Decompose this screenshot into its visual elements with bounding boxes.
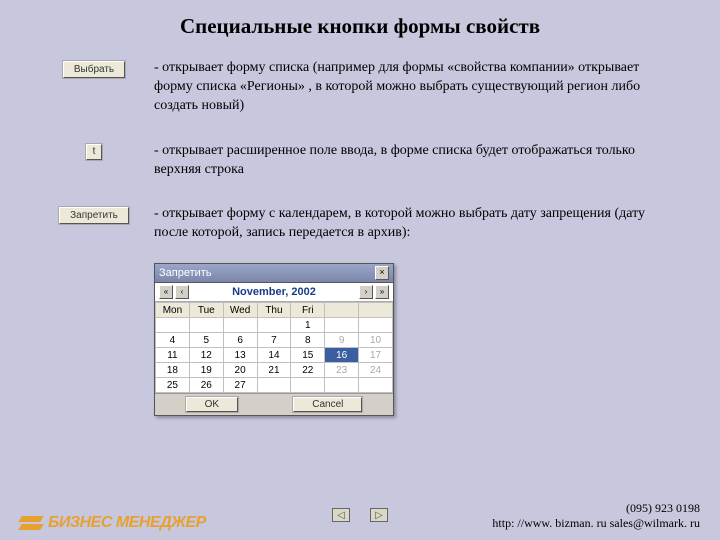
calendar-header: Thu <box>257 303 291 318</box>
calendar-day[interactable]: 17 <box>359 348 393 363</box>
calendar-day <box>257 318 291 333</box>
calendar-day[interactable]: 26 <box>189 378 223 393</box>
logo-icon <box>20 516 42 530</box>
calendar-day[interactable]: 7 <box>257 333 291 348</box>
calendar-day[interactable]: 19 <box>189 363 223 378</box>
select-description: - открывает форму списка (например для ф… <box>154 59 680 116</box>
calendar-day[interactable]: 25 <box>156 378 190 393</box>
calendar-day[interactable]: 21 <box>257 363 291 378</box>
logo: БИЗНЕС МЕНЕДЖЕР <box>20 514 206 532</box>
calendar-day[interactable]: 4 <box>156 333 190 348</box>
cancel-button[interactable]: Cancel <box>293 397 362 412</box>
calendar-day[interactable]: 5 <box>189 333 223 348</box>
calendar-header: Tue <box>189 303 223 318</box>
calendar-day <box>257 378 291 393</box>
logo-text: БИЗНЕС МЕНЕДЖЕР <box>48 514 206 532</box>
calendar-day[interactable]: 11 <box>156 348 190 363</box>
calendar-day <box>325 318 359 333</box>
calendar-header: Mon <box>156 303 190 318</box>
calendar-day[interactable]: 15 <box>291 348 325 363</box>
calendar-day <box>325 378 359 393</box>
calendar-day[interactable]: 16 <box>325 348 359 363</box>
calendar-day <box>359 318 393 333</box>
calendar-day <box>189 318 223 333</box>
calendar-day[interactable]: 18 <box>156 363 190 378</box>
calendar-day[interactable]: 14 <box>257 348 291 363</box>
calendar-window-title: Запретить <box>159 267 212 279</box>
calendar-header <box>359 303 393 318</box>
expand-description: - открывает расширенное поле ввода, в фо… <box>154 142 680 180</box>
next-icon[interactable]: › <box>359 285 373 299</box>
prev-icon[interactable]: ‹ <box>175 285 189 299</box>
calendar-day <box>223 318 257 333</box>
close-icon[interactable]: × <box>375 266 389 280</box>
ok-button[interactable]: OK <box>186 397 238 412</box>
calendar-day[interactable]: 9 <box>325 333 359 348</box>
calendar-header: Fri <box>291 303 325 318</box>
forbid-button[interactable]: Запретить <box>59 207 129 224</box>
phone: (095) 923 0198 <box>492 501 700 517</box>
calendar-day <box>291 378 325 393</box>
calendar-header: Wed <box>223 303 257 318</box>
expand-button[interactable]: t <box>86 144 102 160</box>
calendar-grid: MonTueWedThuFri 145678910111213141516171… <box>155 302 393 393</box>
calendar-day[interactable]: 1 <box>291 318 325 333</box>
select-button[interactable]: Выбрать <box>63 61 125 78</box>
calendar-day[interactable]: 12 <box>189 348 223 363</box>
calendar-popup: Запретить × « ‹ November, 2002 › » MonTu… <box>154 263 394 416</box>
calendar-day <box>359 378 393 393</box>
calendar-day[interactable]: 22 <box>291 363 325 378</box>
calendar-header <box>325 303 359 318</box>
forbid-description: - открывает форму с календарем, в которо… <box>154 205 680 243</box>
calendar-day[interactable]: 24 <box>359 363 393 378</box>
web-email: http: //www. bizman. ru sales@wilmark. r… <box>492 516 700 532</box>
calendar-day <box>156 318 190 333</box>
calendar-day[interactable]: 27 <box>223 378 257 393</box>
first-icon[interactable]: « <box>159 285 173 299</box>
last-icon[interactable]: » <box>375 285 389 299</box>
calendar-month: November, 2002 <box>232 286 316 298</box>
page-title: Специальные кнопки формы свойств <box>0 0 720 59</box>
contacts: (095) 923 0198 http: //www. bizman. ru s… <box>492 501 700 532</box>
calendar-day[interactable]: 10 <box>359 333 393 348</box>
prev-page-icon[interactable]: ◁ <box>332 508 350 522</box>
calendar-day[interactable]: 13 <box>223 348 257 363</box>
calendar-day[interactable]: 20 <box>223 363 257 378</box>
calendar-day[interactable]: 8 <box>291 333 325 348</box>
next-page-icon[interactable]: ▷ <box>370 508 388 522</box>
calendar-day[interactable]: 23 <box>325 363 359 378</box>
calendar-day[interactable]: 6 <box>223 333 257 348</box>
